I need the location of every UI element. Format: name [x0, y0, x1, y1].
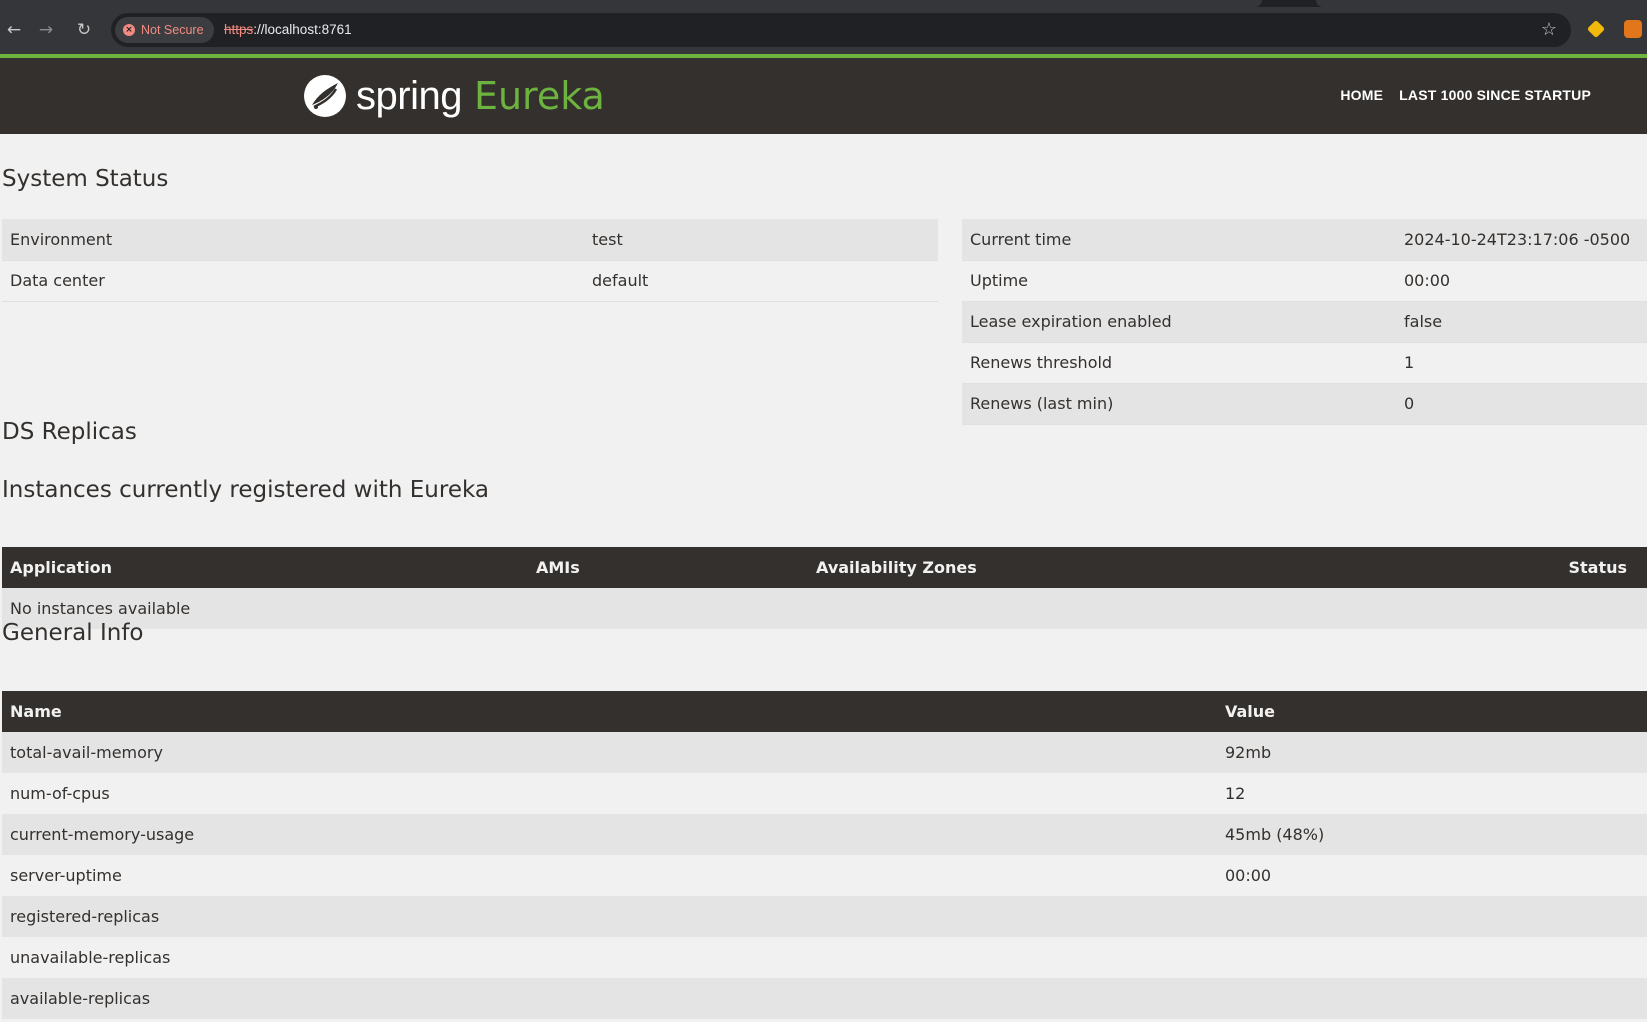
- system-status-right-table: Current time 2024-10-24T23:17:06 -0500 U…: [962, 219, 1647, 425]
- general-info-heading: General Info: [2, 620, 144, 646]
- inactive-tab[interactable]: [1316, 0, 1647, 7]
- info-value: 00:00: [1217, 855, 1647, 896]
- spring-eureka-logo[interactable]: spring Eureka: [302, 71, 605, 121]
- url-text[interactable]: https://localhost:8761: [224, 22, 352, 37]
- top-nav: HOME LAST 1000 SINCE STARTUP: [1340, 87, 1591, 103]
- status-value: 2024-10-24T23:17:06 -0500: [1396, 219, 1647, 261]
- table-row: server-uptime 00:00: [2, 855, 1647, 896]
- info-value: [1217, 896, 1647, 937]
- forward-arrow-icon[interactable]: →: [32, 16, 60, 44]
- security-indicator[interactable]: × Not Secure: [115, 17, 214, 43]
- table-row: registered-replicas: [2, 896, 1647, 937]
- browser-toolbar: ← → ↻ × Not Secure https://localhost:876…: [0, 0, 1647, 54]
- info-value: 45mb (48%): [1217, 814, 1647, 855]
- nav-last-1000-link[interactable]: LAST 1000 SINCE STARTUP: [1399, 87, 1591, 103]
- table-row: num-of-cpus 12: [2, 773, 1647, 814]
- binance-extension-icon[interactable]: [1586, 19, 1606, 39]
- info-name: available-replicas: [2, 978, 1217, 1019]
- back-arrow-icon[interactable]: ←: [0, 16, 28, 44]
- metamask-extension-icon[interactable]: [1624, 20, 1642, 38]
- bookmark-star-icon[interactable]: ☆: [1541, 19, 1557, 40]
- no-instances-message: No instances available: [2, 588, 1647, 629]
- col-amis: AMIs: [528, 547, 808, 588]
- table-row: Lease expiration enabled false: [962, 301, 1647, 343]
- table-row: available-replicas: [2, 978, 1647, 1019]
- col-status: Status: [1371, 547, 1647, 588]
- info-name: current-memory-usage: [2, 814, 1217, 855]
- info-value: 12: [1217, 773, 1647, 814]
- info-name: server-uptime: [2, 855, 1217, 896]
- col-application: Application: [2, 547, 528, 588]
- col-name: Name: [2, 691, 1217, 732]
- reload-icon[interactable]: ↻: [70, 16, 98, 44]
- info-value: [1217, 937, 1647, 978]
- status-value: 00:00: [1396, 260, 1647, 302]
- url-scheme: https: [224, 22, 254, 37]
- table-row: Data center default: [2, 260, 938, 302]
- status-label: Renews (last min): [962, 383, 1396, 425]
- not-secure-icon: ×: [123, 24, 135, 36]
- system-status-left-table: Environment test Data center default: [2, 219, 938, 302]
- table-row: unavailable-replicas: [2, 937, 1647, 978]
- logo-spring-text: spring: [356, 73, 462, 118]
- col-value: Value: [1217, 691, 1647, 732]
- ds-replicas-heading: DS Replicas: [2, 419, 137, 445]
- status-value: false: [1396, 301, 1647, 343]
- status-label: Environment: [2, 219, 584, 261]
- security-label: Not Secure: [141, 23, 204, 37]
- instances-table: Application AMIs Availability Zones Stat…: [2, 547, 1647, 629]
- status-value: 0: [1396, 383, 1647, 425]
- table-row: No instances available: [2, 588, 1647, 629]
- general-info-table: Name Value total-avail-memory 92mb num-o…: [2, 691, 1647, 1019]
- status-value: test: [584, 219, 938, 261]
- system-status-heading: System Status: [2, 166, 169, 192]
- url-host: ://localhost:8761: [253, 22, 352, 37]
- table-row: Renews threshold 1: [962, 342, 1647, 384]
- nav-home-link[interactable]: HOME: [1340, 87, 1383, 103]
- status-value: default: [584, 260, 938, 302]
- active-tab[interactable]: [0, 0, 1262, 7]
- table-row: Uptime 00:00: [962, 260, 1647, 302]
- spring-leaf-icon: [304, 75, 346, 117]
- table-row: total-avail-memory 92mb: [2, 732, 1647, 773]
- table-header-row: Name Value: [2, 691, 1647, 732]
- info-name: num-of-cpus: [2, 773, 1217, 814]
- table-row: Environment test: [2, 219, 938, 261]
- status-label: Lease expiration enabled: [962, 301, 1396, 343]
- status-label: Data center: [2, 260, 584, 302]
- info-name: unavailable-replicas: [2, 937, 1217, 978]
- table-header-row: Application AMIs Availability Zones Stat…: [2, 547, 1647, 588]
- table-row: Renews (last min) 0: [962, 383, 1647, 425]
- address-bar[interactable]: × Not Secure https://localhost:8761 ☆: [111, 13, 1571, 47]
- table-row: current-memory-usage 45mb (48%): [2, 814, 1647, 855]
- logo-eureka-text: Eureka: [473, 74, 605, 118]
- status-value: 1: [1396, 342, 1647, 384]
- table-row: Current time 2024-10-24T23:17:06 -0500: [962, 219, 1647, 261]
- info-name: total-avail-memory: [2, 732, 1217, 773]
- info-name: registered-replicas: [2, 896, 1217, 937]
- eureka-navbar: spring Eureka HOME LAST 1000 SINCE START…: [0, 58, 1647, 134]
- status-label: Renews threshold: [962, 342, 1396, 384]
- info-value: [1217, 978, 1647, 1019]
- instances-heading: Instances currently registered with Eure…: [2, 477, 489, 503]
- status-label: Uptime: [962, 260, 1396, 302]
- tab-strip: [0, 0, 1647, 7]
- info-value: 92mb: [1217, 732, 1647, 773]
- col-availability-zones: Availability Zones: [808, 547, 1372, 588]
- status-label: Current time: [962, 219, 1396, 261]
